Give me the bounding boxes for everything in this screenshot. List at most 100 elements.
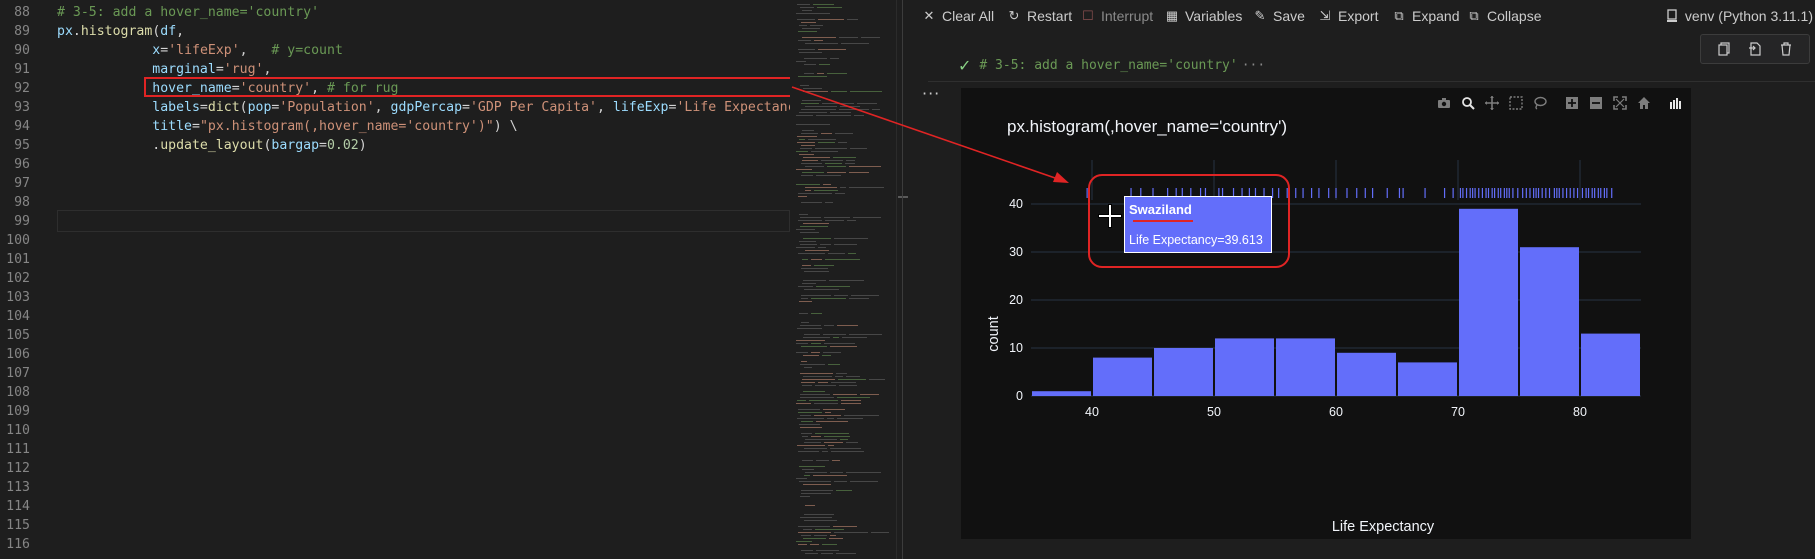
minimap-line xyxy=(853,217,881,218)
minimap-line xyxy=(849,187,884,188)
code-token: = xyxy=(191,119,200,134)
panel-splitter[interactable] xyxy=(902,0,903,559)
code-line[interactable]: 97 xyxy=(0,174,790,193)
tooltip-country-name: Swaziland xyxy=(1129,202,1192,217)
interrupt-button[interactable]: ☐ Interrupt xyxy=(1081,6,1153,26)
code-line[interactable]: 95 .update_layout(bargap=0.02) xyxy=(0,136,790,155)
minimap-line xyxy=(801,535,811,536)
code-line[interactable]: 96 xyxy=(0,155,790,174)
tooltip-value: Life Expectancy=39.613 xyxy=(1129,233,1263,247)
goto-code-icon[interactable] xyxy=(1747,41,1763,57)
minimap-line xyxy=(836,373,847,374)
code-line[interactable]: 105 xyxy=(0,326,790,345)
kernel-picker[interactable]: venv (Python 3.11.1) xyxy=(1665,6,1813,26)
minimap-line xyxy=(799,424,820,425)
minimap-line xyxy=(830,112,851,113)
code-line[interactable]: 113 xyxy=(0,478,790,497)
code-line[interactable]: 104 xyxy=(0,307,790,326)
minimap-line xyxy=(797,136,817,137)
expand-button[interactable]: ⧉ Expand xyxy=(1392,6,1459,26)
minimap-line xyxy=(824,217,850,218)
code-line[interactable]: 108 xyxy=(0,383,790,402)
y-axis-title: count xyxy=(986,316,1002,351)
minimap-line xyxy=(802,100,821,101)
line-number: 99 xyxy=(14,214,30,229)
minimap-line xyxy=(845,163,855,164)
minimap-line xyxy=(825,259,860,260)
variables-button[interactable]: ▦ Variables xyxy=(1165,6,1242,26)
histogram-chart[interactable]: 40 50 60 70 80 0 10 20 30 40 px.histogram(,hover… xyxy=(961,88,1691,539)
minimap-line xyxy=(814,535,827,536)
code-line[interactable]: 116 xyxy=(0,535,790,554)
minimap-line xyxy=(822,355,831,356)
x-tick-label: 60 xyxy=(1329,405,1343,419)
minimap-line xyxy=(805,439,837,440)
minimap-line xyxy=(838,142,847,143)
minimap-line xyxy=(798,532,831,533)
code-line[interactable]: 89 px.histogram(df, xyxy=(0,22,790,41)
code-line[interactable]: 111 xyxy=(0,440,790,459)
minimap-line xyxy=(804,475,810,476)
minimap-line xyxy=(872,109,880,110)
code-token: dict xyxy=(207,100,240,115)
line-number: 101 xyxy=(6,252,30,267)
code-line[interactable]: 114 xyxy=(0,497,790,516)
minimap-line xyxy=(818,247,826,248)
minimap-line xyxy=(803,376,832,377)
minimap-line xyxy=(835,376,843,377)
code-line[interactable]: 110 xyxy=(0,421,790,440)
close-icon: ✕ xyxy=(923,8,935,23)
code-line[interactable]: 112 xyxy=(0,459,790,478)
export-button[interactable]: ⇲ Export xyxy=(1318,6,1379,26)
collapse-button[interactable]: ⧉ Collapse xyxy=(1467,6,1541,26)
minimap-line xyxy=(797,418,824,419)
code-line[interactable]: 93 labels=dict(pop='Population', gdpPerc… xyxy=(0,98,790,117)
clear-all-button[interactable]: ✕ Clear All xyxy=(922,6,995,26)
code-line[interactable]: 107 xyxy=(0,364,790,383)
minimap-line xyxy=(802,160,818,161)
delete-icon[interactable] xyxy=(1778,41,1794,57)
minimap-line xyxy=(805,505,815,506)
editor-scrollbar[interactable] xyxy=(896,0,910,559)
save-button[interactable]: ✎ Save xyxy=(1253,6,1305,26)
code-line[interactable]: 94 title="px.histogram(,hover_name='coun… xyxy=(0,117,790,136)
code-text: x='lifeExp', # y=count xyxy=(57,41,343,60)
more-actions-button[interactable]: ··· xyxy=(922,84,940,103)
code-line[interactable]: 90 x='lifeExp', # y=count xyxy=(0,41,790,60)
code-line[interactable]: 98 xyxy=(0,193,790,212)
code-line[interactable]: 109 xyxy=(0,402,790,421)
restart-button[interactable]: ↻ Restart xyxy=(1007,6,1073,26)
minimap-line xyxy=(834,244,857,245)
minimap-line xyxy=(830,448,861,449)
code-token: pop xyxy=(247,100,272,115)
code-editor[interactable]: 88 # 3-5: add a hover_name='country' 89 px.… xyxy=(0,0,790,559)
code-line[interactable]: 102 xyxy=(0,269,790,288)
code-token: . xyxy=(72,24,81,39)
code-line[interactable]: 106 xyxy=(0,345,790,364)
minimap[interactable] xyxy=(792,0,896,559)
code-line[interactable]: 115 xyxy=(0,516,790,535)
minimap-line xyxy=(804,73,814,74)
code-line[interactable]: 99 xyxy=(0,212,790,231)
line-number: 91 xyxy=(14,62,30,77)
minimap-line xyxy=(829,280,864,281)
minimap-line xyxy=(802,28,820,29)
minimap-line xyxy=(842,337,867,338)
minimap-line xyxy=(813,4,834,5)
code-line[interactable]: 100 xyxy=(0,231,790,250)
plot-output[interactable]: 40 50 60 70 80 0 10 20 30 40 px.histogram(,hover… xyxy=(961,88,1691,539)
copy-icon[interactable] xyxy=(1716,41,1732,57)
code-line[interactable]: 88 # 3-5: add a hover_name='country' xyxy=(0,3,790,22)
minimap-line xyxy=(800,364,825,365)
code-line[interactable]: 101 xyxy=(0,250,790,269)
minimap-line xyxy=(803,529,812,530)
minimap-line xyxy=(830,58,839,59)
annotation-highlight-box xyxy=(144,77,790,97)
minimap-line xyxy=(820,244,831,245)
code-line[interactable]: 103 xyxy=(0,288,790,307)
line-number: 104 xyxy=(6,309,30,324)
minimap-line xyxy=(808,139,836,140)
code-token: 'Population' xyxy=(279,100,375,115)
cell-header[interactable]: ✓ # 3-5: add a hover_name='country' ··· xyxy=(958,56,1265,75)
